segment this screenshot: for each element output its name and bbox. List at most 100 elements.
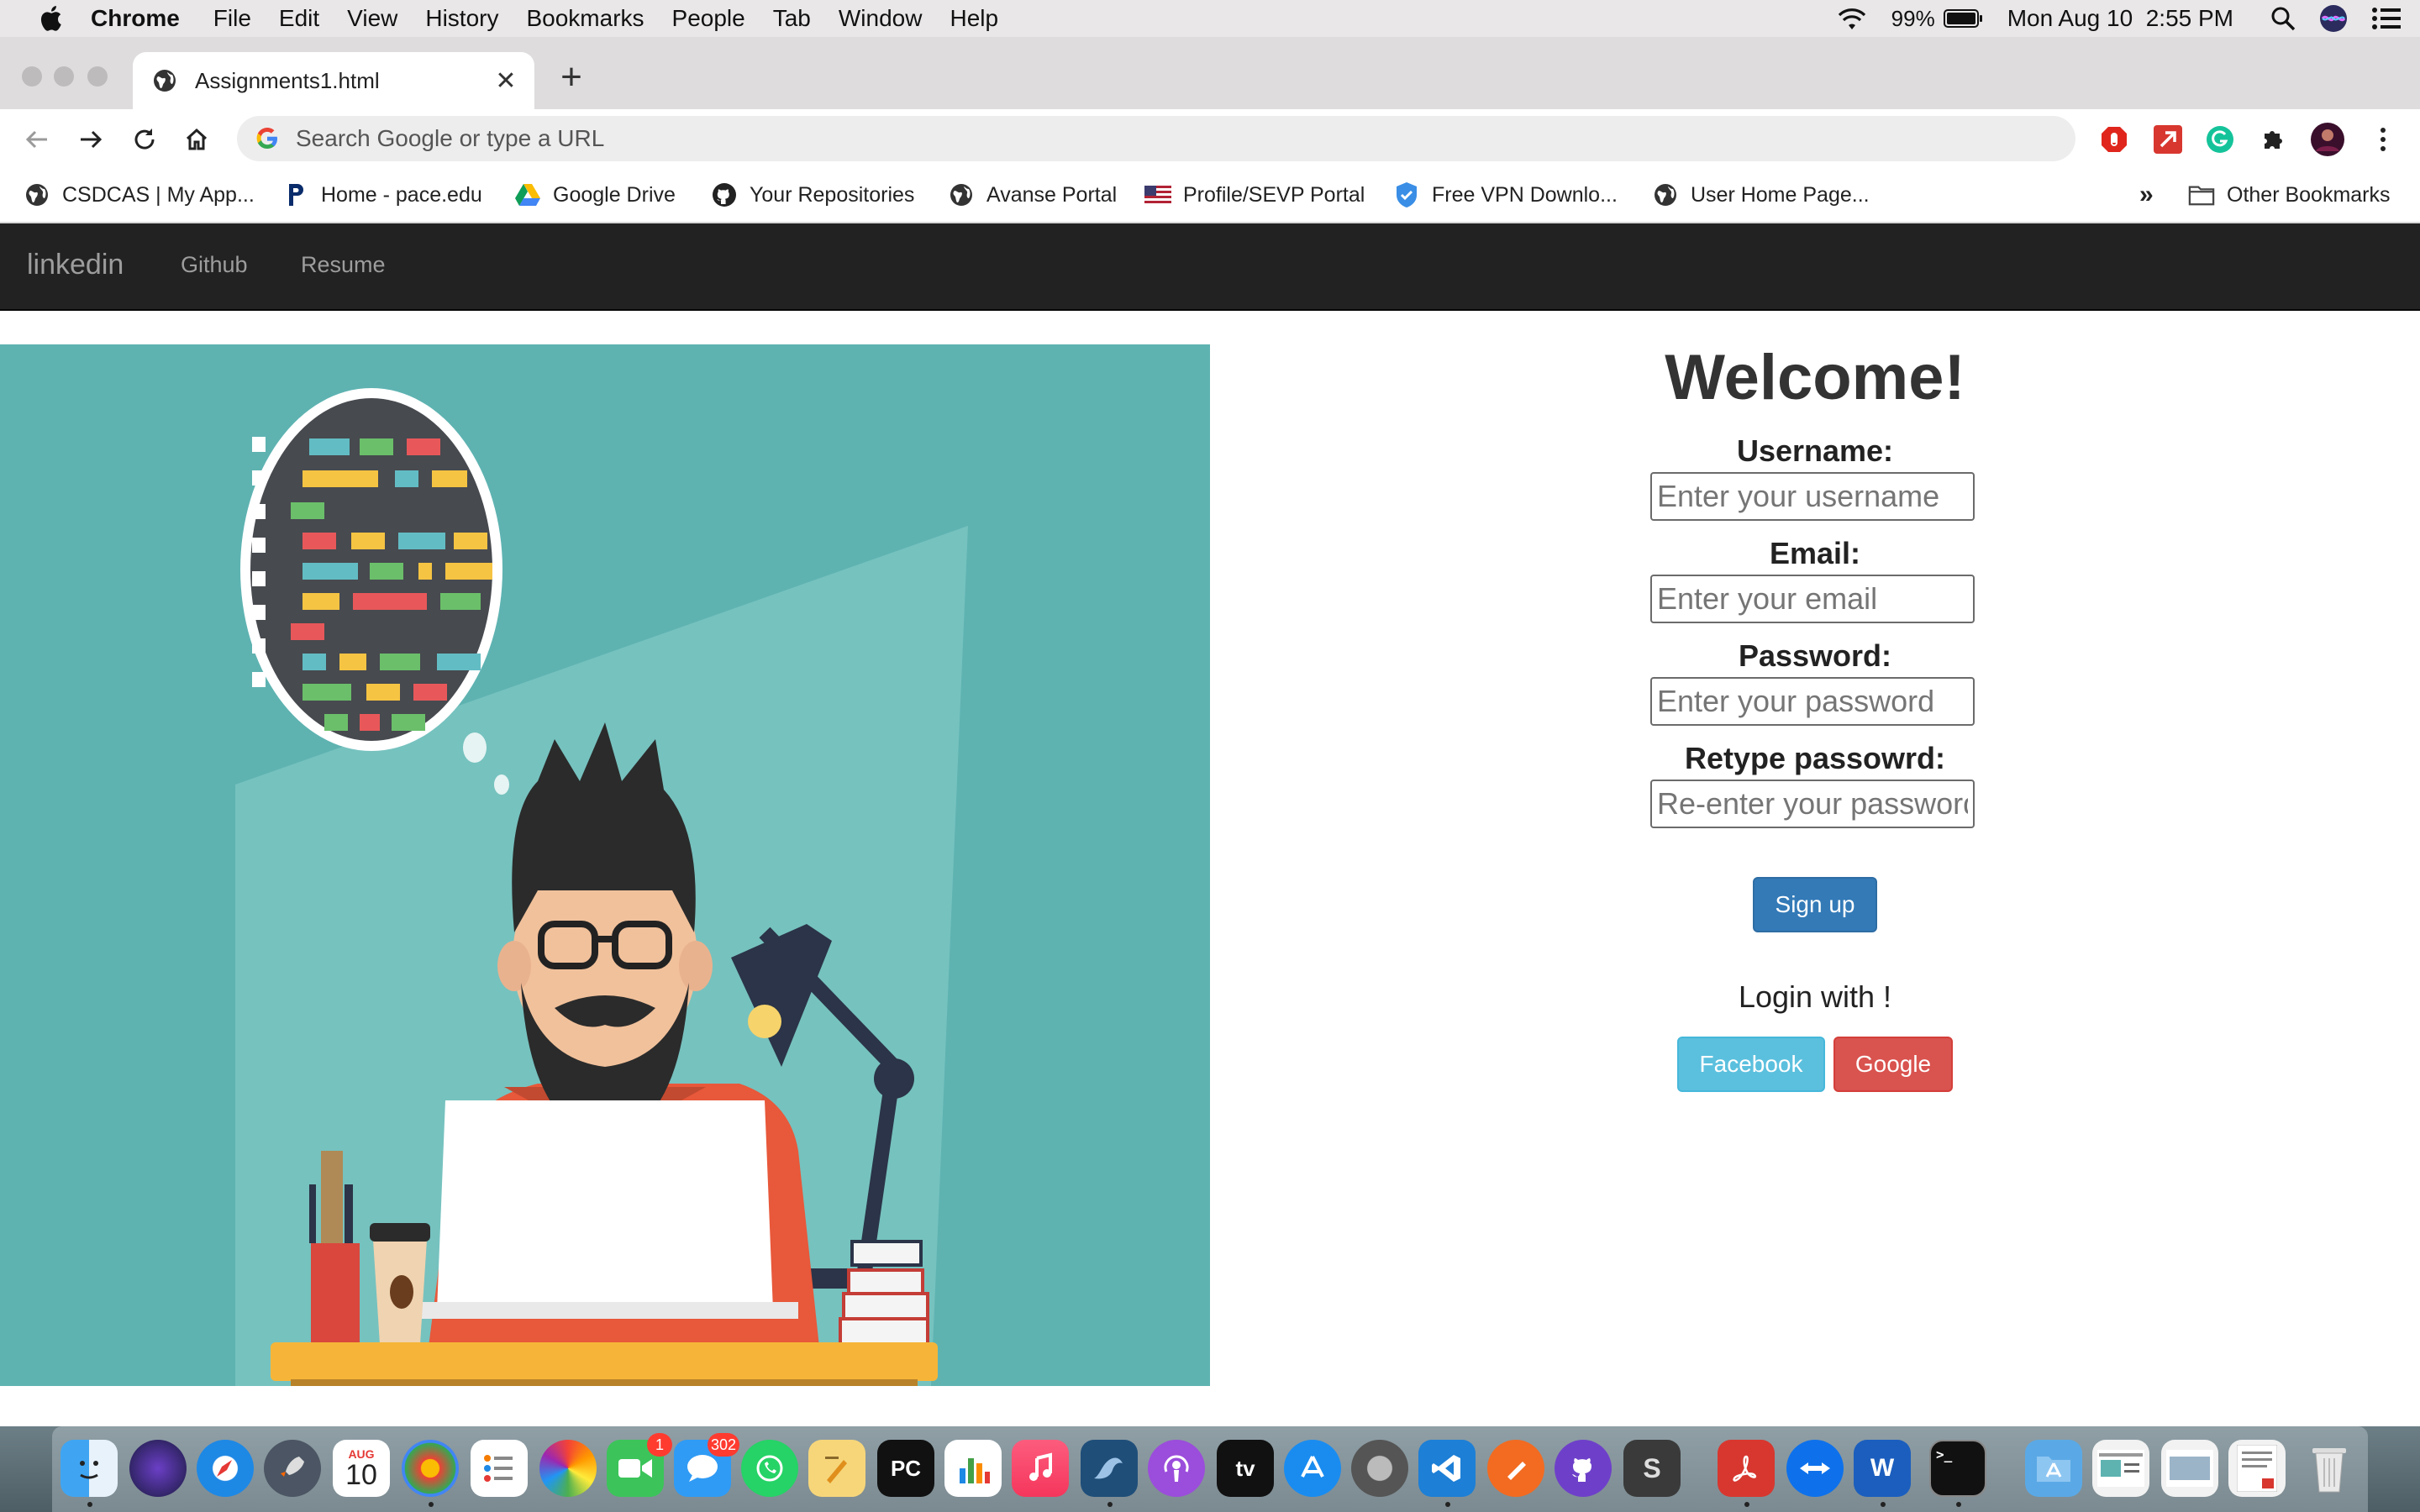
photos-icon[interactable] [539, 1440, 597, 1497]
forward-arrow-icon[interactable] [74, 123, 108, 156]
retype-password-input[interactable] [1650, 780, 1975, 828]
tab-assignments1[interactable]: Assignments1.html ✕ [133, 52, 534, 109]
menu-window[interactable]: Window [839, 5, 923, 32]
whatsapp-icon[interactable] [741, 1440, 798, 1497]
wifi-icon[interactable] [1836, 6, 1868, 31]
bookmark-repositories[interactable]: Your Repositories [711, 180, 914, 210]
menu-bookmarks[interactable]: Bookmarks [526, 5, 644, 32]
password-input[interactable] [1650, 677, 1975, 726]
other-bookmarks[interactable]: Other Bookmarks [2188, 180, 2391, 210]
menu-app-chrome[interactable]: Chrome [91, 5, 180, 32]
s-app-icon[interactable]: S [1623, 1440, 1681, 1497]
back-arrow-icon[interactable] [20, 123, 54, 156]
home-icon[interactable] [180, 123, 213, 156]
window-minimize-button[interactable] [54, 66, 74, 87]
sign-up-button[interactable]: Sign up [1753, 877, 1877, 932]
battery-icon[interactable] [1943, 8, 1984, 29]
word-icon[interactable]: W [1854, 1440, 1911, 1497]
finder-icon[interactable] [60, 1440, 118, 1497]
menu-view[interactable]: View [347, 5, 397, 32]
window-zoom-button[interactable] [87, 66, 108, 87]
safari-icon[interactable] [197, 1440, 254, 1497]
new-tab-button[interactable]: + [555, 59, 588, 96]
tab-close-icon[interactable]: ✕ [489, 64, 523, 97]
bookmark-csdcas[interactable]: CSDCAS | My App... [24, 180, 255, 210]
google-button[interactable]: Google [1833, 1037, 1953, 1092]
google-drive-icon [514, 181, 541, 208]
calendar-icon[interactable]: AUG 10 [333, 1440, 390, 1497]
chrome-app-icon[interactable] [402, 1440, 459, 1497]
us-flag-icon [1144, 181, 1171, 208]
extensions-puzzle-icon[interactable] [2257, 123, 2291, 156]
menu-people[interactable]: People [672, 5, 745, 32]
control-center-icon[interactable] [2371, 7, 2402, 30]
terminal-label: >_ [1936, 1446, 1953, 1462]
bookmark-avanse[interactable]: Avanse Portal [948, 180, 1117, 210]
chrome-menu-icon[interactable] [2366, 123, 2400, 156]
reload-icon[interactable] [128, 123, 161, 156]
mysql-workbench-icon[interactable] [1081, 1440, 1138, 1497]
running-indicator [1881, 1502, 1886, 1507]
window-close-button[interactable] [22, 66, 42, 87]
globe-icon [948, 181, 975, 208]
other-bookmarks-label: Other Bookmarks [2227, 182, 2391, 207]
globe-icon [153, 69, 176, 92]
bookmark-google-drive[interactable]: Google Drive [514, 180, 676, 210]
email-input[interactable] [1650, 575, 1975, 623]
pages-icon[interactable] [808, 1440, 865, 1497]
menu-help[interactable]: Help [950, 5, 998, 32]
nav-link-github[interactable]: Github [181, 252, 248, 278]
bookmark-label: Your Repositories [750, 182, 915, 207]
numbers-icon[interactable] [944, 1440, 1002, 1497]
facebook-button[interactable]: Facebook [1677, 1037, 1825, 1092]
teamviewer-icon[interactable] [1786, 1440, 1844, 1497]
username-input[interactable] [1650, 472, 1975, 521]
address-bar[interactable]: Search Google or type a URL [237, 116, 2075, 161]
siri-app-icon[interactable] [129, 1440, 187, 1497]
trash-icon[interactable] [2301, 1440, 2358, 1497]
bookmark-label: Google Drive [553, 182, 676, 207]
bookmark-sevp[interactable]: Profile/SEVP Portal [1144, 180, 1365, 210]
menu-edit[interactable]: Edit [279, 5, 319, 32]
username-label: Username: [1736, 433, 1894, 468]
navbar-brand-linkedin[interactable]: linkedin [27, 249, 124, 281]
nav-link-resume[interactable]: Resume [301, 252, 386, 278]
running-indicator [429, 1502, 434, 1507]
system-preferences-gear-icon[interactable] [1351, 1440, 1408, 1497]
podcasts-icon[interactable] [1148, 1440, 1205, 1497]
pycharm-icon[interactable]: PC [877, 1440, 934, 1497]
bookmark-user-home[interactable]: User Home Page... [1652, 180, 1870, 210]
document-thumbnail[interactable] [2161, 1440, 2218, 1497]
github-desktop-icon[interactable] [1555, 1440, 1612, 1497]
bookmark-pace[interactable]: Home - pace.edu [282, 180, 482, 210]
profile-avatar[interactable] [2311, 123, 2344, 156]
applications-folder-icon[interactable] [2025, 1440, 2082, 1497]
screenshot-thumbnail[interactable] [2092, 1440, 2149, 1497]
globe-icon [24, 181, 50, 208]
acrobat-reader-icon[interactable] [1718, 1440, 1775, 1497]
bookmarks-overflow-chevron[interactable]: » [2139, 180, 2154, 210]
reminders-icon[interactable] [471, 1440, 528, 1497]
facetime-icon[interactable]: 1 [607, 1433, 672, 1497]
menu-tab[interactable]: Tab [773, 5, 811, 32]
acrobat-extension-icon[interactable] [2151, 123, 2185, 156]
siri-icon[interactable] [2319, 4, 2348, 33]
menu-file[interactable]: File [213, 5, 251, 32]
app-store-icon[interactable] [1284, 1440, 1341, 1497]
apple-menu-icon[interactable] [32, 0, 69, 37]
adblock-extension-icon[interactable] [2097, 123, 2131, 156]
pdf-document-thumbnail[interactable] [2228, 1440, 2286, 1497]
running-indicator [1956, 1502, 1961, 1507]
messages-icon[interactable]: 302 [674, 1433, 739, 1497]
grammarly-extension-icon[interactable] [2203, 123, 2237, 156]
menu-history[interactable]: History [425, 5, 498, 32]
music-icon[interactable] [1012, 1440, 1069, 1497]
apple-tv-icon[interactable]: tv [1217, 1440, 1274, 1497]
bookmark-free-vpn[interactable]: Free VPN Downlo... [1393, 180, 1618, 210]
vscode-icon[interactable] [1418, 1440, 1476, 1497]
spotlight-search-icon[interactable] [2270, 6, 2296, 31]
clock[interactable]: Mon Aug 10 2:55 PM [2007, 5, 2233, 32]
terminal-icon[interactable]: >_ [1929, 1440, 1986, 1497]
postman-icon[interactable] [1487, 1440, 1544, 1497]
launchpad-rocket-icon[interactable] [264, 1440, 321, 1497]
